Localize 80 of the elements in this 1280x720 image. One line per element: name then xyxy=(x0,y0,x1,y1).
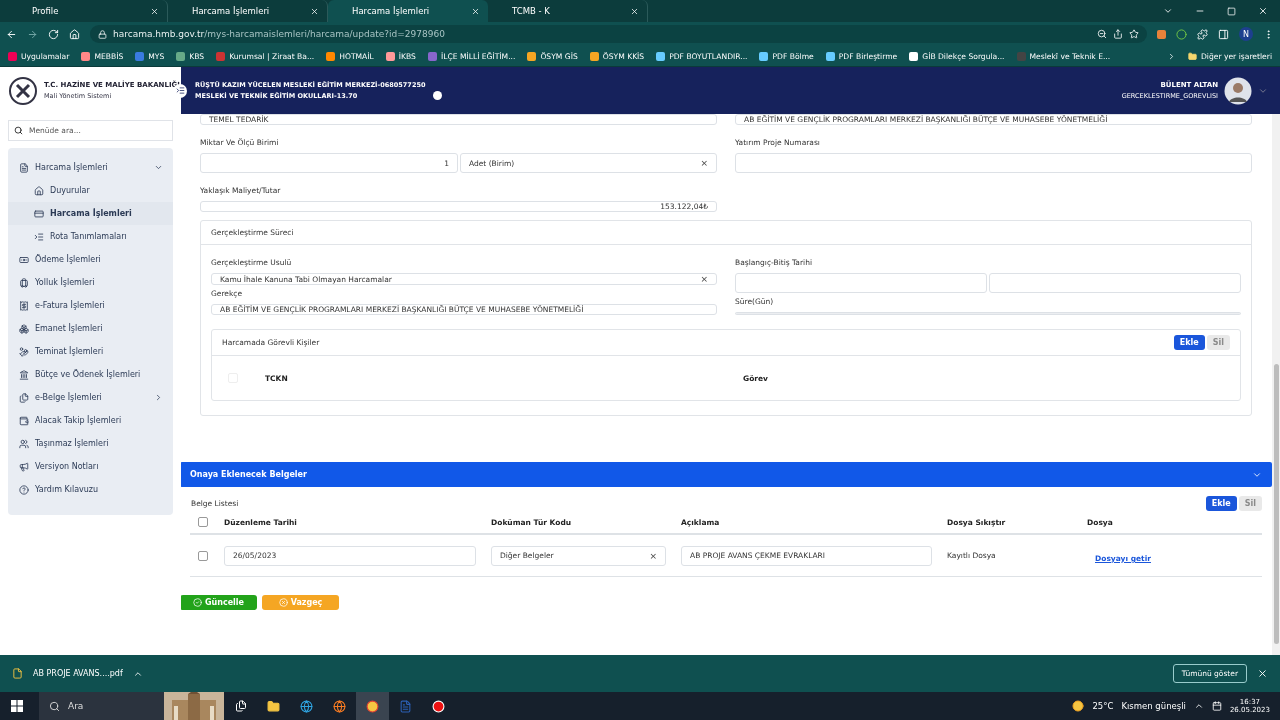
menu-icon xyxy=(34,208,44,219)
menu-icon xyxy=(19,323,29,334)
menu-item[interactable]: Versiyon Notları xyxy=(8,455,173,478)
menu-item[interactable]: e-Belge İşlemleri xyxy=(8,386,173,409)
search-icon xyxy=(14,126,23,135)
browser-tab[interactable]: Harcama İşlemleri xyxy=(328,0,488,22)
menu-icon xyxy=(34,231,44,242)
menu-item[interactable]: Teminat İşlemleri xyxy=(8,340,173,363)
taskbar-search[interactable]: Ara xyxy=(39,692,224,720)
submenu-item[interactable]: Duyurular xyxy=(8,179,173,202)
download-file[interactable]: AB PROJE AVANS....pdf xyxy=(33,669,123,678)
extension-icon[interactable] xyxy=(1176,28,1187,40)
home-icon[interactable] xyxy=(69,28,80,40)
checkbox[interactable] xyxy=(198,517,208,527)
menu-icon xyxy=(19,461,29,472)
chevron-up-icon[interactable] xyxy=(1193,701,1204,711)
emblem-icon xyxy=(8,75,38,106)
menu-icon xyxy=(19,254,29,265)
chevron-right-icon xyxy=(154,393,163,402)
menu-icon xyxy=(19,346,29,357)
submenu-item[interactable]: Rota Tanımlamaları xyxy=(8,225,173,248)
weather-text: Kısmen güneşli xyxy=(1121,701,1186,711)
submenu-item[interactable]: Harcama İşlemleri xyxy=(8,202,173,225)
zoom-icon[interactable] xyxy=(1097,29,1107,39)
menu-item[interactable]: Yolluk İşlemleri xyxy=(8,271,173,294)
user-avatar[interactable] xyxy=(1224,76,1252,105)
close-icon[interactable] xyxy=(150,6,159,16)
folder-icon xyxy=(1187,51,1197,61)
extension-icon[interactable] xyxy=(1157,29,1166,39)
address-bar[interactable]: harcama.hmb.gov.tr/mys-harcamaislemleri/harcama/update?id=2978960 xyxy=(90,25,1147,43)
search-placeholder: Ara xyxy=(68,701,84,711)
reload-icon[interactable] xyxy=(48,28,59,40)
menu-item[interactable]: Bütçe ve Ödenek İşlemleri xyxy=(8,363,173,386)
search-icon xyxy=(49,700,60,712)
close-icon[interactable] xyxy=(471,6,480,16)
menu-icon xyxy=(19,162,29,173)
menu-item[interactable]: Yardım Kılavuzu xyxy=(8,478,173,501)
side-panel-icon[interactable] xyxy=(1218,28,1229,40)
back-icon[interactable] xyxy=(6,28,17,40)
menu-icon xyxy=(19,484,29,495)
menu-item[interactable]: Alacak Takip İşlemleri xyxy=(8,409,173,432)
menu-icon xyxy=(19,277,29,288)
forward-icon[interactable] xyxy=(27,28,38,40)
browser-icon[interactable] xyxy=(356,692,389,720)
project-number-field[interactable] xyxy=(735,153,1252,173)
close-icon[interactable] xyxy=(1258,6,1268,16)
add-button[interactable]: Ekle xyxy=(1205,496,1237,511)
file-icon xyxy=(12,668,23,679)
lock-icon xyxy=(98,29,107,39)
weather-icon[interactable] xyxy=(1072,700,1085,712)
close-icon[interactable] xyxy=(630,6,639,16)
scrollbar-thumb[interactable] xyxy=(1273,364,1279,644)
menu-icon xyxy=(19,415,29,426)
share-icon[interactable] xyxy=(1113,29,1123,39)
menu-icon xyxy=(19,369,29,380)
star-icon[interactable] xyxy=(1129,29,1139,39)
menu-item[interactable]: Harcama İşlemleri xyxy=(8,156,173,179)
documents-header[interactable]: Onaya Eklenecek Belgeler xyxy=(181,462,1272,487)
tab-search-icon[interactable] xyxy=(1163,6,1173,16)
menu-icon xyxy=(19,438,29,449)
menu-item[interactable]: e-Fatura İşlemleri xyxy=(8,294,173,317)
close-icon[interactable] xyxy=(1257,668,1268,679)
add-button[interactable]: Ekle xyxy=(1173,335,1205,350)
menu-item[interactable]: Emanet İşlemleri xyxy=(8,317,173,340)
checkbox[interactable] xyxy=(198,550,208,561)
restore-icon[interactable] xyxy=(1227,6,1236,16)
start-date-field[interactable] xyxy=(735,273,987,293)
menu-icon xyxy=(34,185,44,196)
profile-avatar[interactable]: N xyxy=(1239,27,1253,41)
x-circle-icon xyxy=(278,598,288,607)
close-icon[interactable] xyxy=(310,6,319,16)
check-circle-icon xyxy=(192,598,202,607)
chevron-down-icon xyxy=(154,163,163,172)
temperature: 25°C xyxy=(1092,701,1114,711)
menu-item[interactable]: Ödeme İşlemleri xyxy=(8,248,173,271)
menu-icon xyxy=(19,300,29,311)
menu-item[interactable]: Taşınmaz İşlemleri xyxy=(8,432,173,455)
menu-icon xyxy=(19,392,29,403)
end-date-field[interactable] xyxy=(989,273,1241,293)
puzzle-icon[interactable] xyxy=(1197,28,1208,40)
